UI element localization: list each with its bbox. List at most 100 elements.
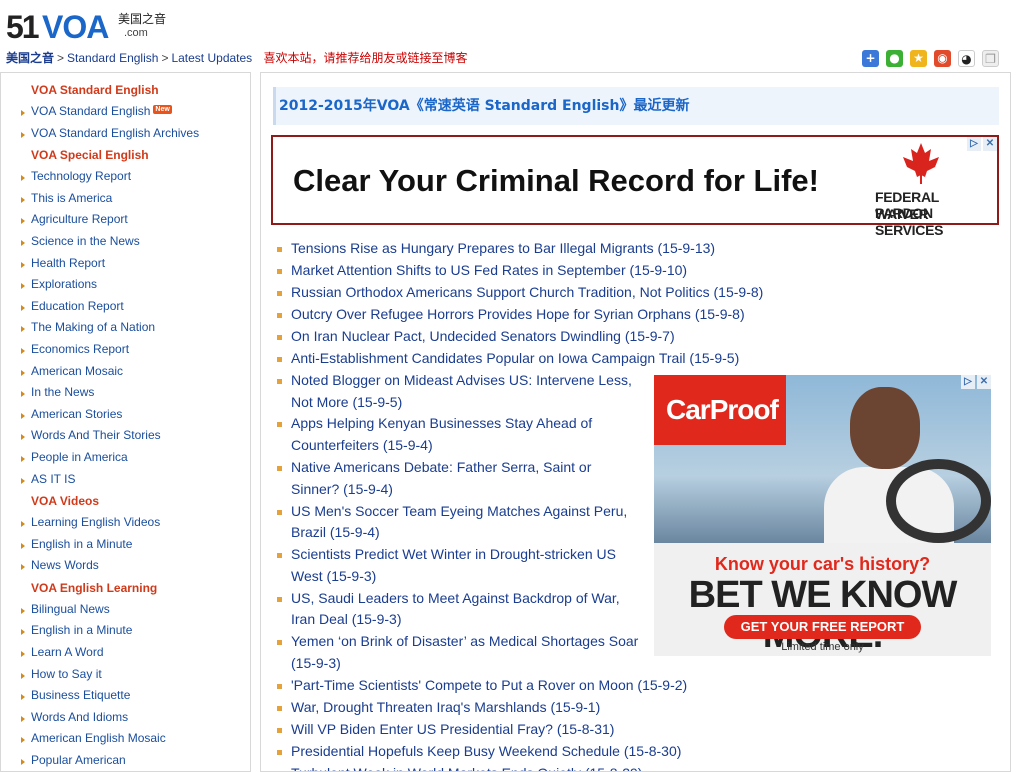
article-list-item[interactable]: Anti-Establishment Candidates Popular on… (271, 348, 761, 370)
ad-brand-line2: WAIVER SERVICES (875, 206, 944, 238)
sidebar-item[interactable]: How to Say it (1, 664, 250, 686)
sidebar-item[interactable]: Words And Idioms (1, 707, 250, 729)
sidebar-item-label: In the News (31, 385, 95, 400)
sidebar-item[interactable]: Science in the News (1, 231, 250, 253)
sidebar-item[interactable]: Words And Their Stories (1, 425, 250, 447)
article-link[interactable]: Outcry Over Refugee Horrors Provides Hop… (291, 306, 745, 322)
sidebar-item-label: Science in the News (31, 233, 140, 248)
article-list-item[interactable]: Noted Blogger on Mideast Advises US: Int… (271, 370, 641, 413)
sidebar-section-title[interactable]: VOA Special English (1, 144, 250, 166)
ad-banner[interactable]: ▷ ✕ Clear Your Criminal Record for Life! … (271, 135, 999, 238)
sidebar-item[interactable]: AS IT IS (1, 469, 250, 491)
article-list-item[interactable]: War, Drought Threaten Iraq's Marshlands … (271, 697, 761, 719)
article-list-item[interactable]: On Iran Nuclear Pact, Undecided Senators… (271, 326, 761, 348)
sidebar-item[interactable]: Explorations (1, 274, 250, 296)
ad-choices[interactable]: ▷ ✕ (961, 375, 991, 389)
sidebar-item[interactable]: American Mosaic (1, 361, 250, 383)
sidebar-item[interactable]: American English Mosaic (1, 728, 250, 750)
sidebar-item[interactable]: English in a Minute (1, 534, 250, 556)
copy-icon[interactable]: ❐ (982, 50, 999, 67)
article-list-item[interactable]: Turbulent Week in World Markets Ends Qui… (271, 763, 761, 771)
page-title: 2012-2015年VOA《常速英语 Standard English》最近更新 (279, 98, 690, 114)
article-link[interactable]: Will VP Biden Enter US Presidential Fray… (291, 721, 614, 737)
ad-choices[interactable]: ▷ ✕ (967, 137, 997, 151)
article-list-item[interactable]: Russian Orthodox Americans Support Churc… (271, 282, 763, 304)
article-list-item[interactable]: US Men's Soccer Team Eyeing Matches Agai… (271, 501, 641, 544)
article-link[interactable]: Russian Orthodox Americans Support Churc… (291, 284, 763, 300)
adchoices-icon[interactable]: ▷ (961, 375, 975, 389)
wechat-icon[interactable]: ● (886, 50, 903, 67)
article-link[interactable]: US Men's Soccer Team Eyeing Matches Agai… (291, 503, 627, 541)
sidebar-item[interactable]: Health Report (1, 253, 250, 275)
article-list-item[interactable]: Will VP Biden Enter US Presidential Fray… (271, 719, 761, 741)
adchoices-icon[interactable]: ▷ (967, 137, 981, 151)
article-link[interactable]: 'Part-Time Scientists' Compete to Put a … (291, 677, 687, 693)
sidebar-item[interactable]: Education Report (1, 296, 250, 318)
sidebar-item[interactable]: VOA Standard English Archives (1, 123, 250, 145)
article-link[interactable]: Noted Blogger on Mideast Advises US: Int… (291, 372, 632, 410)
sidebar-item-label: Words And Their Stories (31, 428, 161, 443)
sidebar-item[interactable]: Economics Report (1, 339, 250, 361)
article-list-item[interactable]: 'Part-Time Scientists' Compete to Put a … (271, 675, 761, 697)
qzone-icon[interactable]: ★ (910, 50, 927, 67)
sidebar-item-label: Learning English Videos (31, 515, 161, 530)
sidebar-item[interactable]: People in America (1, 447, 250, 469)
sidebar-item[interactable]: Business Etiquette (1, 685, 250, 707)
breadcrumb-latest-updates[interactable]: Latest Updates (171, 51, 252, 65)
ad-person-face (850, 387, 920, 469)
weibo-icon[interactable]: ◉ (934, 50, 951, 67)
article-list-item[interactable]: Presidential Hopefuls Keep Busy Weekend … (271, 741, 761, 763)
article-link[interactable]: Market Attention Shifts to US Fed Rates … (291, 262, 687, 278)
sidebar-item[interactable]: The Making of a Nation (1, 317, 250, 339)
article-link[interactable]: Anti-Establishment Candidates Popular on… (291, 350, 739, 366)
breadcrumb-home[interactable]: 美国之音 (6, 51, 54, 65)
sidebar-item[interactable]: Technology Report (1, 166, 250, 188)
article-link[interactable]: On Iran Nuclear Pact, Undecided Senators… (291, 328, 675, 344)
article-list-item[interactable]: Market Attention Shifts to US Fed Rates … (271, 260, 761, 282)
sidebar-item[interactable]: Agriculture Report (1, 209, 250, 231)
sidebar-item-label: AS IT IS (31, 471, 76, 486)
article-list-item[interactable]: Yemen ‘on Brink of Disaster’ as Medical … (271, 631, 641, 674)
sidebar-item[interactable]: Learn A Word (1, 642, 250, 664)
sidebar-item[interactable]: In the News (1, 382, 250, 404)
sidebar-item[interactable]: This is America (1, 188, 250, 210)
close-icon[interactable]: ✕ (983, 137, 997, 151)
breadcrumb-standard-english[interactable]: Standard English (67, 51, 158, 65)
sidebar-item[interactable]: American Stories (1, 404, 250, 426)
article-list-item[interactable]: Tensions Rise as Hungary Prepares to Bar… (271, 238, 761, 260)
plus-icon[interactable]: + (862, 50, 879, 67)
article-link[interactable]: Apps Helping Kenyan Businesses Stay Ahea… (291, 415, 592, 453)
article-link[interactable]: Yemen ‘on Brink of Disaster’ as Medical … (291, 633, 638, 671)
article-link[interactable]: Tensions Rise as Hungary Prepares to Bar… (291, 240, 715, 256)
article-link[interactable]: Turbulent Week in World Markets Ends Qui… (291, 765, 642, 771)
sidebar-item[interactable]: News Words (1, 555, 250, 577)
site-logo[interactable]: 51 VOA 美国之音 .com (6, 10, 166, 44)
article-link[interactable]: Scientists Predict Wet Winter in Drought… (291, 546, 616, 584)
ad-carproof[interactable]: CarProof ▷ ✕ Know your car's history? BET… (654, 375, 991, 656)
sidebar-section-title[interactable]: VOA Videos (1, 490, 250, 512)
article-list-item[interactable]: Native Americans Debate: Father Serra, S… (271, 457, 641, 500)
article-link[interactable]: Native Americans Debate: Father Serra, S… (291, 459, 591, 497)
article-list-item[interactable]: US, Saudi Leaders to Meet Against Backdr… (271, 588, 641, 631)
close-icon[interactable]: ✕ (977, 375, 991, 389)
article-link[interactable]: Presidential Hopefuls Keep Busy Weekend … (291, 743, 681, 759)
sidebar-item-label: The Making of a Nation (31, 320, 156, 335)
sidebar-item[interactable]: English in a Minute (1, 620, 250, 642)
article-link[interactable]: US, Saudi Leaders to Meet Against Backdr… (291, 590, 620, 628)
sidebar-section-title[interactable]: VOA Standard English (1, 79, 250, 101)
sidebar-item[interactable]: Bilingual News (1, 599, 250, 621)
article-link[interactable]: War, Drought Threaten Iraq's Marshlands … (291, 699, 600, 715)
sidebar-item[interactable]: Popular American (1, 750, 250, 771)
sidebar-section-title[interactable]: VOA English Learning (1, 577, 250, 599)
qq-icon[interactable]: ◕ (958, 50, 975, 67)
article-list-item[interactable]: Outcry Over Refugee Horrors Provides Hop… (271, 304, 761, 326)
breadcrumb-sep: > (161, 51, 169, 65)
sidebar-item[interactable]: Learning English Videos (1, 512, 250, 534)
sidebar-item[interactable]: VOA Standard English New (1, 101, 250, 123)
article-list-item[interactable]: Apps Helping Kenyan Businesses Stay Ahea… (271, 413, 641, 456)
sidebar-item-label: Explorations (31, 277, 98, 292)
breadcrumb-sep: > (57, 51, 65, 65)
article-list-item[interactable]: Scientists Predict Wet Winter in Drought… (271, 544, 641, 587)
free-report-button[interactable]: GET YOUR FREE REPORT (724, 615, 921, 639)
logo-brand: VOA (42, 9, 109, 45)
